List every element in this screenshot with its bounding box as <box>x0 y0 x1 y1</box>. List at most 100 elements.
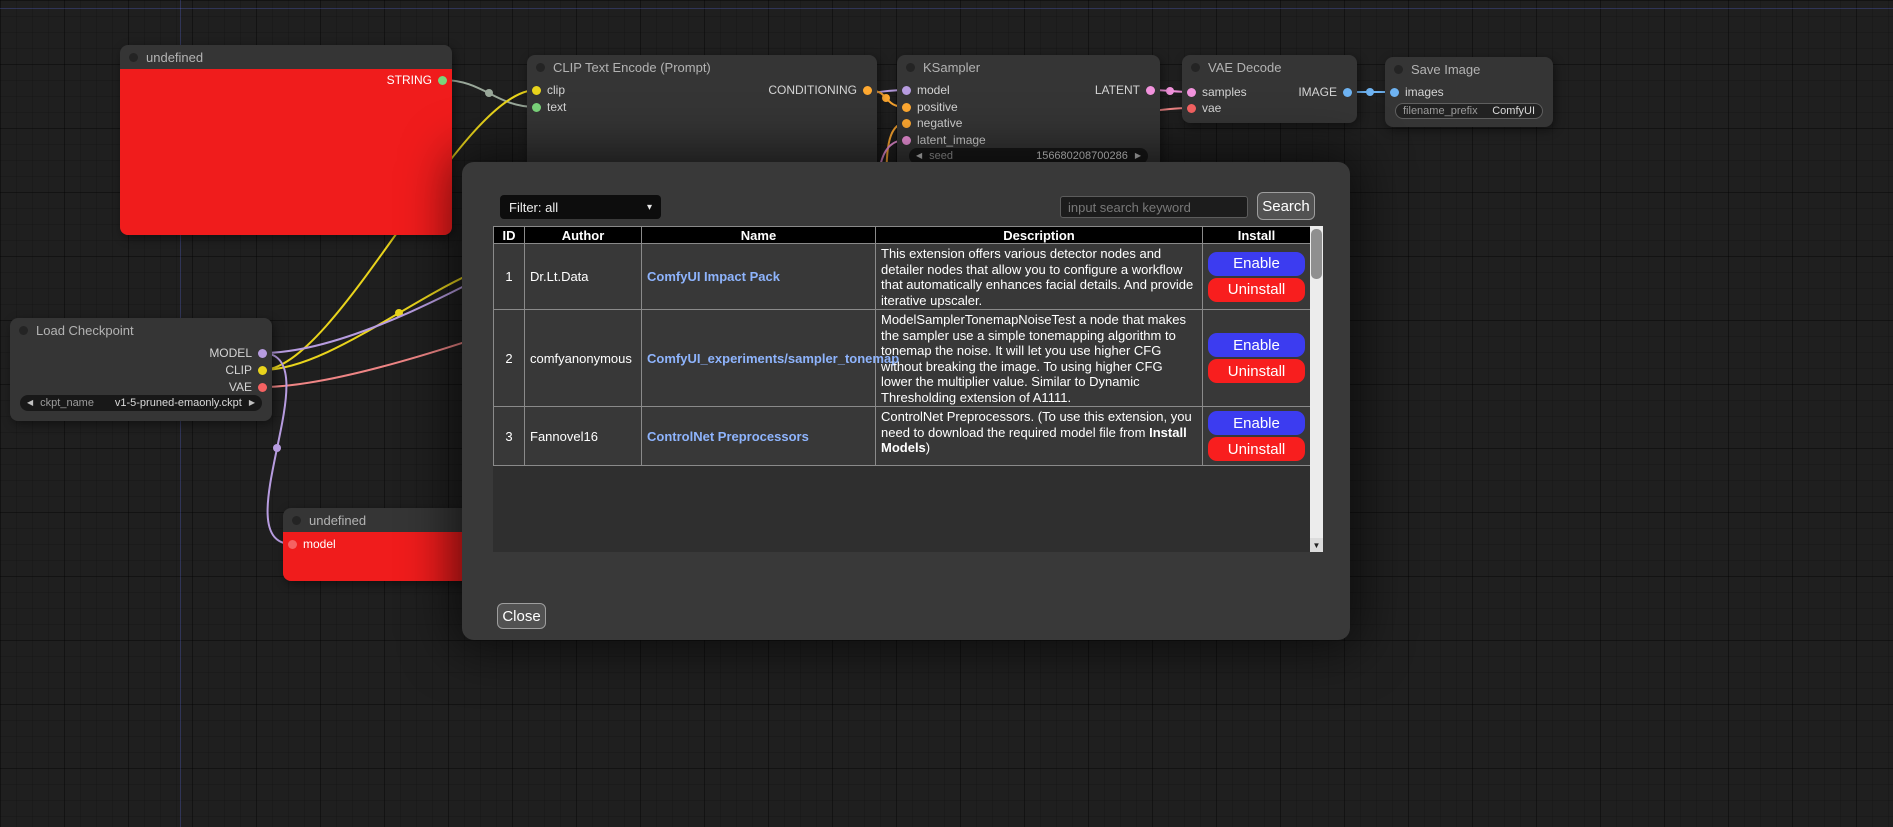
output-slot-vae[interactable]: VAE <box>229 379 267 395</box>
slot-dot[interactable] <box>532 103 541 112</box>
next-icon[interactable]: ▶ <box>249 399 255 407</box>
output-slot-string[interactable]: STRING <box>387 72 447 88</box>
close-button[interactable]: Close <box>497 603 546 629</box>
cell-id: 1 <box>494 244 525 310</box>
scroll-down-icon[interactable]: ▼ <box>1310 538 1323 552</box>
slot-dot[interactable] <box>863 86 872 95</box>
slot-label: model <box>303 537 336 551</box>
table-scrollbar[interactable]: ▼ <box>1310 226 1323 552</box>
input-slot-images[interactable]: images <box>1390 84 1444 100</box>
node-title: KSampler <box>923 60 980 75</box>
cell-id: 3 <box>494 407 525 466</box>
header-id: ID <box>494 227 525 244</box>
slot-dot[interactable] <box>288 540 297 549</box>
table-header-row: ID Author Name Description Install <box>494 227 1311 244</box>
extension-link[interactable]: ComfyUI Impact Pack <box>647 269 780 284</box>
input-slot-positive[interactable]: positive <box>902 99 958 115</box>
output-slot-latent[interactable]: LATENT <box>1095 82 1155 98</box>
table-row: 1 Dr.Lt.Data ComfyUI Impact Pack This ex… <box>494 244 1311 310</box>
slot-dot[interactable] <box>902 136 911 145</box>
filter-select[interactable]: Filter: all ▾ <box>500 195 661 219</box>
enable-button[interactable]: Enable <box>1208 333 1305 357</box>
extension-link[interactable]: ComfyUI_experiments/sampler_tonemap <box>647 351 899 366</box>
collapse-dot-icon[interactable] <box>19 326 28 335</box>
slot-dot[interactable] <box>438 76 447 85</box>
output-slot-conditioning[interactable]: CONDITIONING <box>768 82 872 98</box>
uninstall-button[interactable]: Uninstall <box>1208 359 1305 383</box>
extension-link[interactable]: ControlNet Preprocessors <box>647 429 809 444</box>
node-vae-decode[interactable]: VAE Decode samples vae IMAGE <box>1182 55 1357 123</box>
search-button[interactable]: Search <box>1257 192 1315 220</box>
slot-dot[interactable] <box>902 103 911 112</box>
cell-author: Fannovel16 <box>525 407 642 466</box>
slot-dot[interactable] <box>1187 104 1196 113</box>
link-dot <box>882 94 890 102</box>
node-title-bar[interactable]: Save Image <box>1385 57 1553 81</box>
collapse-dot-icon[interactable] <box>292 516 301 525</box>
node-title: Load Checkpoint <box>36 323 134 338</box>
node-title-bar[interactable]: undefined <box>283 508 470 532</box>
node-save-image[interactable]: Save Image images filename_prefix ComfyU… <box>1385 57 1553 127</box>
slot-dot[interactable] <box>258 349 267 358</box>
slot-dot[interactable] <box>902 119 911 128</box>
input-slot-model[interactable]: model <box>902 82 950 98</box>
filename-prefix-widget[interactable]: filename_prefix ComfyUI <box>1395 103 1543 119</box>
collapse-dot-icon[interactable] <box>906 63 915 72</box>
slot-label: model <box>917 83 950 97</box>
input-slot-clip[interactable]: clip <box>532 82 565 98</box>
uninstall-button[interactable]: Uninstall <box>1208 437 1305 461</box>
cell-author: Dr.Lt.Data <box>525 244 642 310</box>
node-title-bar[interactable]: VAE Decode <box>1182 55 1357 79</box>
input-slot-latent-image[interactable]: latent_image <box>902 132 986 148</box>
chevron-down-icon: ▾ <box>647 202 652 213</box>
node-title-bar[interactable]: CLIP Text Encode (Prompt) <box>527 55 877 79</box>
slot-dot[interactable] <box>1390 88 1399 97</box>
extensions-table-container: ID Author Name Description Install 1 Dr.… <box>493 226 1323 552</box>
slot-label: negative <box>917 116 962 130</box>
node-title-bar[interactable]: Load Checkpoint <box>10 318 272 342</box>
input-slot-samples[interactable]: samples <box>1187 84 1247 100</box>
node-title: undefined <box>146 50 203 65</box>
output-slot-image[interactable]: IMAGE <box>1298 84 1352 100</box>
link-dot <box>1166 87 1174 95</box>
ckpt-name-widget[interactable]: ◀ ckpt_name v1-5-pruned-emaonly.ckpt ▶ <box>20 395 262 411</box>
collapse-dot-icon[interactable] <box>1191 63 1200 72</box>
node-undefined-bottom[interactable]: undefined model <box>283 508 470 581</box>
previous-icon[interactable]: ◀ <box>27 399 33 407</box>
uninstall-button[interactable]: Uninstall <box>1208 278 1305 302</box>
slot-label: images <box>1405 85 1444 99</box>
collapse-dot-icon[interactable] <box>536 63 545 72</box>
node-undefined-top[interactable]: undefined STRING <box>120 45 452 235</box>
enable-button[interactable]: Enable <box>1208 411 1305 435</box>
table-row: 3 Fannovel16 ControlNet Preprocessors Co… <box>494 407 1311 466</box>
slot-dot[interactable] <box>258 366 267 375</box>
slot-label: clip <box>547 83 565 97</box>
slot-label: LATENT <box>1095 83 1140 97</box>
slot-dot[interactable] <box>1146 86 1155 95</box>
input-slot-model[interactable]: model <box>288 536 336 552</box>
decrement-icon[interactable]: ◀ <box>916 152 922 160</box>
node-load-checkpoint[interactable]: Load Checkpoint MODEL CLIP VAE ◀ ckpt_na… <box>10 318 272 421</box>
node-title: undefined <box>309 513 366 528</box>
link-dot <box>395 309 403 317</box>
input-slot-vae[interactable]: vae <box>1187 100 1221 116</box>
filter-selected-value: Filter: all <box>509 200 558 215</box>
collapse-dot-icon[interactable] <box>1394 65 1403 74</box>
slot-dot[interactable] <box>258 383 267 392</box>
slot-dot[interactable] <box>1343 88 1352 97</box>
enable-button[interactable]: Enable <box>1208 252 1305 276</box>
slot-dot[interactable] <box>902 86 911 95</box>
search-input[interactable] <box>1060 196 1248 218</box>
input-slot-text[interactable]: text <box>532 99 566 115</box>
output-slot-model[interactable]: MODEL <box>209 345 267 361</box>
widget-label: seed <box>929 150 953 162</box>
output-slot-clip[interactable]: CLIP <box>225 362 267 378</box>
scrollbar-thumb[interactable] <box>1311 229 1322 279</box>
slot-dot[interactable] <box>532 86 541 95</box>
increment-icon[interactable]: ▶ <box>1135 152 1141 160</box>
slot-dot[interactable] <box>1187 88 1196 97</box>
collapse-dot-icon[interactable] <box>129 53 138 62</box>
node-title-bar[interactable]: KSampler <box>897 55 1160 79</box>
node-title-bar[interactable]: undefined <box>120 45 452 69</box>
input-slot-negative[interactable]: negative <box>902 115 962 131</box>
